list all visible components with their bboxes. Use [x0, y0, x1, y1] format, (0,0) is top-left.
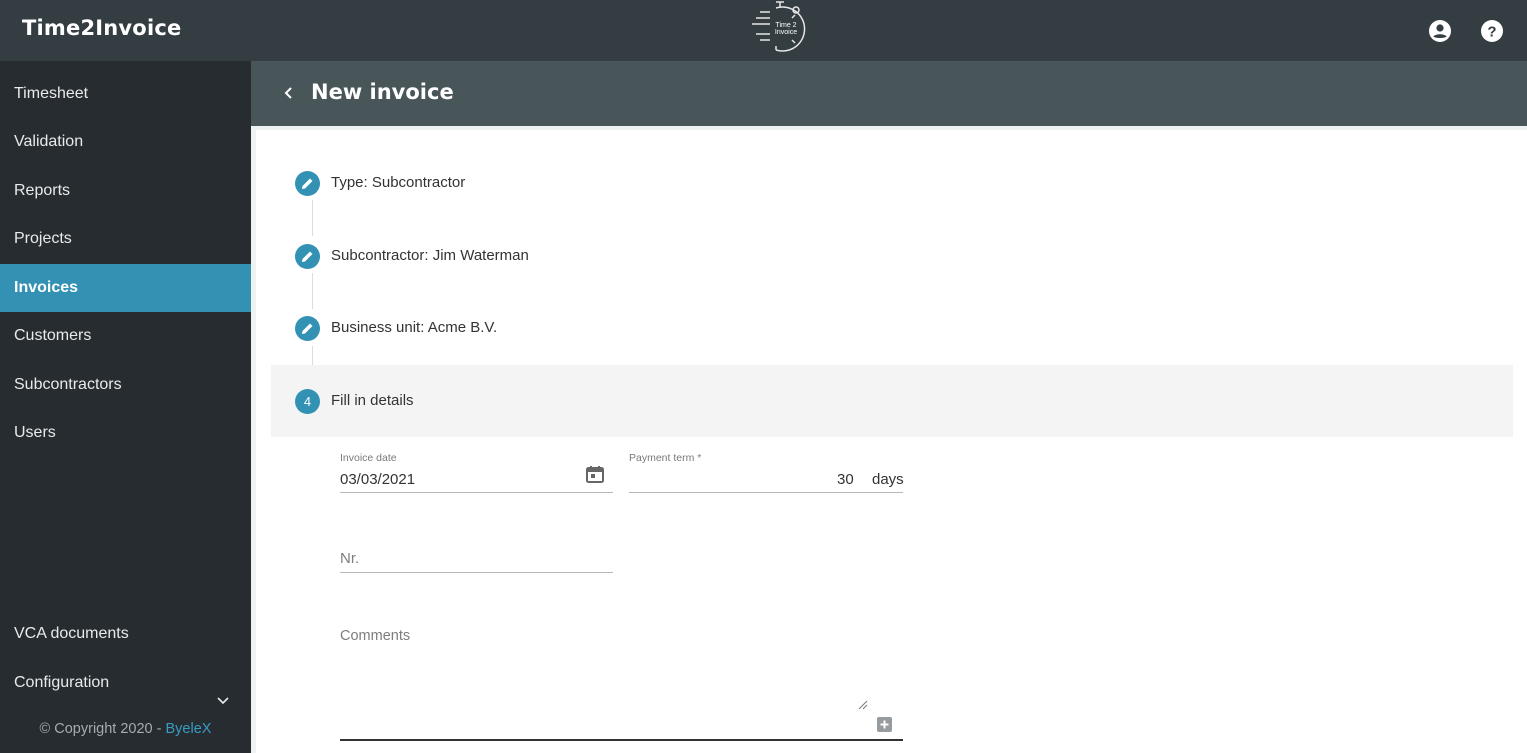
step-subcontractor[interactable]: Subcontractor: Jim Waterman [271, 220, 1513, 292]
logo-text-2: Invoice [775, 29, 797, 36]
logo-stopwatch-icon: Time 2 Invoice [748, 0, 808, 56]
sidebar-item-reports[interactable]: Reports [0, 167, 251, 215]
invoice-date-label: Invoice date [340, 452, 397, 464]
field-underline [340, 492, 613, 493]
sidebar-item-invoices[interactable]: Invoices [0, 264, 251, 312]
account-icon[interactable] [1428, 19, 1452, 43]
sidebar-item-projects[interactable]: Projects [0, 215, 251, 263]
pencil-icon [295, 171, 320, 196]
configuration-label: Configuration [14, 674, 110, 691]
nr-input[interactable]: Nr. [340, 532, 613, 574]
step-fill-in-details: 4 Fill in details [271, 365, 1513, 437]
step-label: Type: Subcontractor [331, 174, 466, 191]
sidebar-item-subcontractors[interactable]: Subcontractors [0, 361, 251, 409]
help-icon[interactable]: ? [1480, 19, 1504, 43]
sidebar: Timesheet Validation Reports Projects In… [0, 61, 251, 753]
byelex-link[interactable]: ByeleX [166, 721, 212, 737]
field-underline [340, 739, 903, 741]
sidebar-item-users[interactable]: Users [0, 409, 251, 457]
copyright: © Copyright 2020 - ByeleX [0, 721, 251, 737]
logo-text-1: Time 2 [775, 22, 796, 29]
sidebar-item-vca-documents[interactable]: VCA documents [0, 610, 251, 658]
comments-textarea[interactable]: Comments [340, 610, 903, 741]
nr-placeholder: Nr. [340, 550, 360, 567]
payment-term-label: Payment term * [629, 452, 702, 464]
comments-placeholder: Comments [340, 628, 411, 644]
page-title: New invoice [311, 80, 454, 104]
svg-text:?: ? [1487, 24, 1496, 41]
resize-handle-icon[interactable] [858, 697, 868, 715]
main-content: New invoice Type: Subcontractor Subcontr… [251, 61, 1527, 753]
invoice-stepper-card: Type: Subcontractor Subcontractor: Jim W… [256, 130, 1527, 753]
pencil-icon [295, 316, 320, 341]
step-label: Fill in details [331, 392, 414, 409]
field-underline [629, 492, 903, 493]
step-number: 4 [295, 389, 320, 414]
plus-box-icon[interactable] [877, 717, 892, 732]
calendar-icon[interactable] [585, 464, 605, 489]
step-type[interactable]: Type: Subcontractor [271, 147, 1513, 219]
sidebar-item-validation[interactable]: Validation [0, 118, 251, 166]
step-business-unit[interactable]: Business unit: Acme B.V. [271, 292, 1513, 364]
field-underline [340, 572, 613, 573]
chevron-down-icon [217, 679, 229, 705]
app-title: Time2Invoice [22, 16, 182, 40]
payment-term-field[interactable]: Payment term * 30 days [629, 448, 904, 494]
sidebar-item-configuration[interactable]: Configuration [0, 659, 251, 707]
sidebar-item-timesheet[interactable]: Timesheet [0, 70, 251, 118]
step-label: Business unit: Acme B.V. [331, 319, 498, 336]
top-bar: Time2Invoice Time 2 Invoice ? [0, 0, 1527, 61]
invoice-date-field[interactable]: Invoice date 03/03/2021 [340, 448, 613, 494]
pencil-icon [295, 244, 320, 269]
payment-term-suffix: days [872, 471, 904, 488]
back-chevron-icon[interactable] [279, 83, 299, 103]
page-header: New invoice [251, 61, 1527, 126]
sidebar-item-customers[interactable]: Customers [0, 312, 251, 360]
step-label: Subcontractor: Jim Waterman [331, 247, 529, 264]
payment-term-value: 30 [837, 471, 854, 488]
copyright-text: © Copyright 2020 - [39, 721, 166, 737]
invoice-date-value: 03/03/2021 [340, 471, 416, 488]
